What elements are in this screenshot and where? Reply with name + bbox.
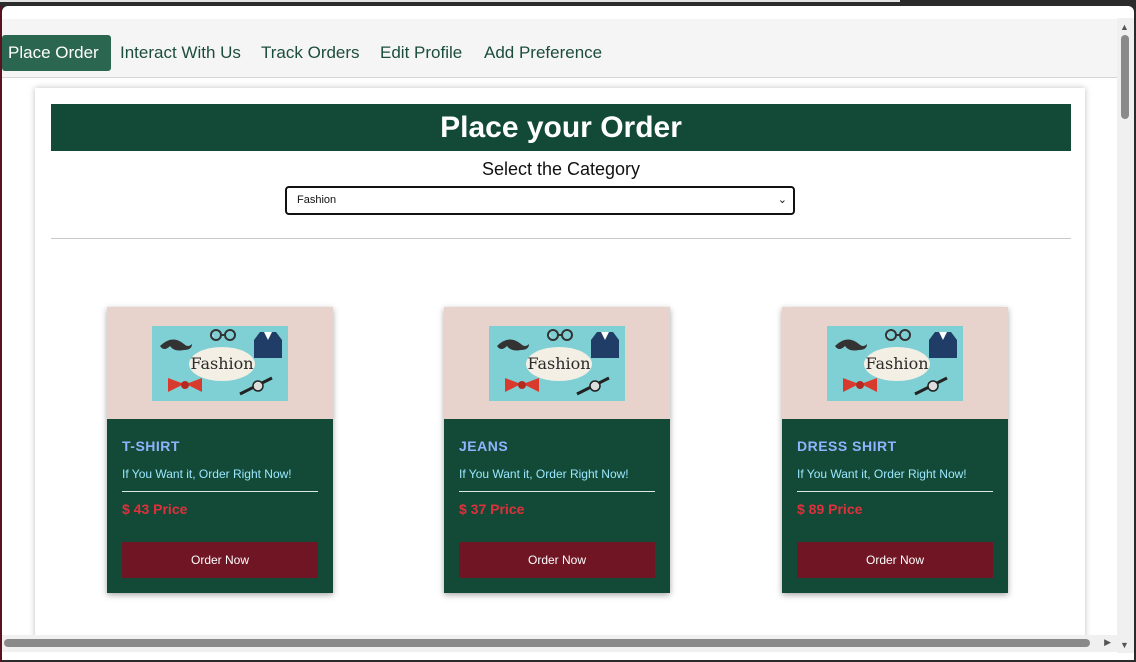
- nav-item-edit-profile[interactable]: Edit Profile: [368, 35, 474, 71]
- product-divider: [122, 491, 318, 492]
- product-divider: [459, 491, 655, 492]
- page: Place Order Interact With Us Track Order…: [2, 19, 1117, 652]
- scroll-down-arrow-icon[interactable]: ▼: [1120, 640, 1129, 650]
- category-select-value: Fashion: [297, 194, 337, 206]
- product-divider: [797, 491, 993, 492]
- nav-item-add-preference[interactable]: Add Preference: [472, 35, 614, 71]
- nav-item-interact-with-us[interactable]: Interact With Us: [108, 35, 253, 71]
- product-info: T-SHIRT If You Want it, Order Right Now!…: [107, 419, 333, 593]
- category-select[interactable]: Fashion ⌄: [285, 186, 795, 215]
- vertical-scrollbar[interactable]: ▲ ▼: [1117, 18, 1134, 653]
- product-card-jeans: Fashion JEANS If You Want it, Order Righ…: [444, 307, 670, 593]
- product-image-area: Fashion: [782, 307, 1008, 419]
- product-card-t-shirt: Fashion T-SHIRT If You Want it, Order Ri…: [107, 307, 333, 593]
- product-tagline: If You Want it, Order Right Now!: [459, 467, 629, 481]
- horizontal-scroll-thumb[interactable]: [4, 639, 1090, 647]
- order-now-button[interactable]: Order Now: [122, 542, 318, 578]
- fashion-image-icon: Fashion: [827, 326, 963, 401]
- nav-item-place-order[interactable]: Place Order: [2, 35, 111, 71]
- browser-window: Place Order Interact With Us Track Order…: [2, 6, 1134, 660]
- nav-item-track-orders[interactable]: Track Orders: [249, 35, 372, 71]
- product-price: $ 37 Price: [459, 501, 525, 517]
- product-name: T-SHIRT: [122, 438, 180, 454]
- browser-top-accent: [0, 0, 900, 2]
- divider: [51, 238, 1071, 239]
- product-image-area: Fashion: [107, 307, 333, 419]
- scroll-right-arrow-icon[interactable]: ▶: [1104, 637, 1111, 648]
- product-name: DRESS SHIRT: [797, 438, 897, 454]
- fashion-image-icon: Fashion: [152, 326, 288, 401]
- vertical-scroll-thumb[interactable]: [1121, 35, 1129, 119]
- product-tagline: If You Want it, Order Right Now!: [797, 467, 967, 481]
- product-info: JEANS If You Want it, Order Right Now! $…: [444, 419, 670, 593]
- order-now-button[interactable]: Order Now: [797, 542, 993, 578]
- product-name: JEANS: [459, 438, 509, 454]
- order-panel: Place your Order Select the Category Fas…: [35, 88, 1085, 652]
- page-title: Place your Order: [51, 104, 1071, 151]
- product-tagline: If You Want it, Order Right Now!: [122, 467, 292, 481]
- product-price: $ 43 Price: [122, 501, 188, 517]
- category-label: Select the Category: [481, 159, 641, 179]
- svg-text:Fashion: Fashion: [527, 354, 590, 373]
- product-price: $ 89 Price: [797, 501, 863, 517]
- product-info: DRESS SHIRT If You Want it, Order Right …: [782, 419, 1008, 593]
- navbar: Place Order Interact With Us Track Order…: [2, 19, 1117, 78]
- svg-text:Fashion: Fashion: [190, 354, 253, 373]
- product-card-dress-shirt: Fashion DRESS SHIRT If You Want it, Orde…: [782, 307, 1008, 593]
- scroll-up-arrow-icon[interactable]: ▲: [1120, 22, 1129, 32]
- chevron-down-icon: ⌄: [777, 194, 787, 206]
- svg-text:Fashion: Fashion: [865, 354, 928, 373]
- order-now-button[interactable]: Order Now: [459, 542, 655, 578]
- fashion-image-icon: Fashion: [489, 326, 625, 401]
- horizontal-scrollbar[interactable]: ▶: [2, 635, 1117, 652]
- product-image-area: Fashion: [444, 307, 670, 419]
